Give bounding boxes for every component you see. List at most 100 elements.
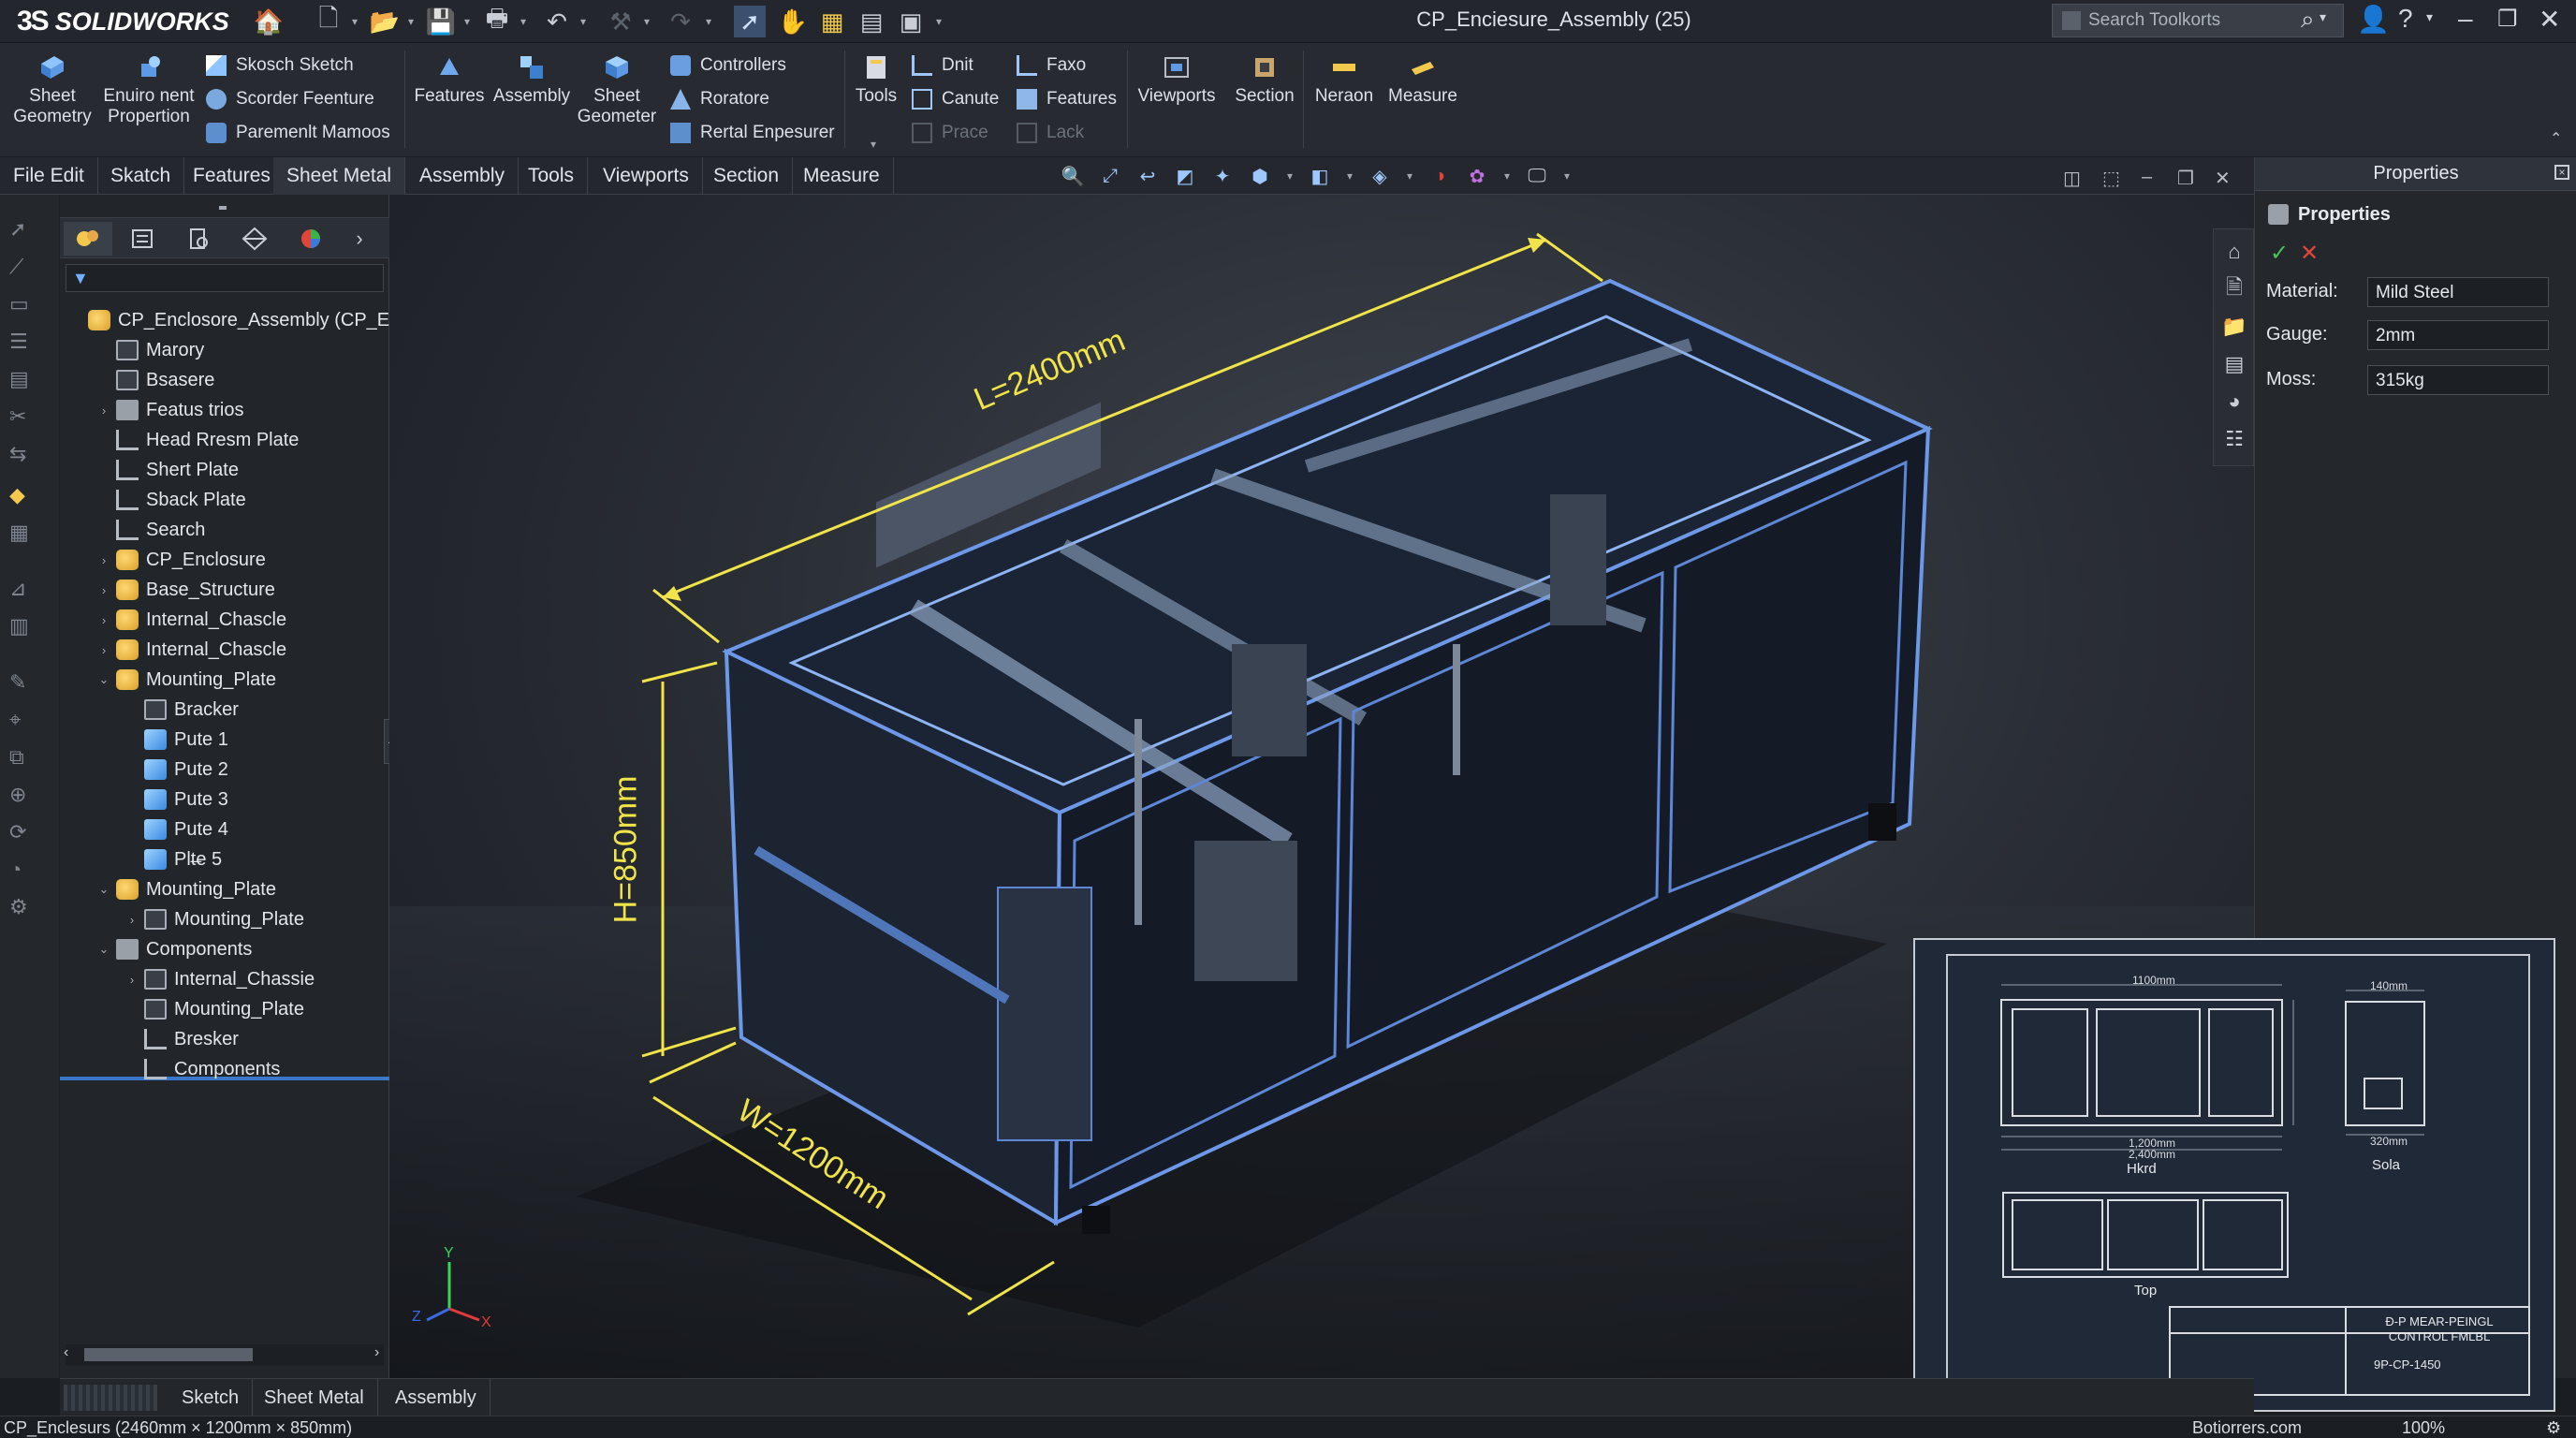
display-icon[interactable]: ▣ (895, 6, 927, 37)
expand-arrow-icon[interactable]: ⌄ (95, 672, 112, 687)
section-view-icon[interactable]: ◩ (1172, 163, 1198, 189)
chevron-down-icon[interactable]: ▾ (702, 6, 715, 37)
edit-tool-icon[interactable]: ✎ (9, 670, 37, 698)
chart-tool-icon[interactable]: ▥ (9, 614, 37, 642)
chevron-down-icon[interactable]: ▾ (1404, 163, 1415, 189)
tree-item[interactable]: › Internal_Chassie (124, 964, 315, 994)
tree-item[interactable]: › Base_Structure (95, 575, 275, 605)
chevron-down-icon[interactable]: ▾ (348, 6, 361, 37)
chevron-down-icon[interactable]: ▾ (932, 6, 945, 37)
status-link[interactable]: Botiorrers.com (2192, 1418, 2302, 1438)
home-icon[interactable]: ⌂ (2221, 239, 2247, 265)
zoom-to-fit-icon[interactable]: 🔍 (1060, 163, 1086, 189)
dimension-height-label[interactable]: H=850mm (607, 776, 644, 924)
tab-sketch[interactable]: Skatch (97, 157, 185, 195)
smart-dimension-icon[interactable]: ◆ (9, 483, 37, 511)
tree-item[interactable]: Bsasere (95, 365, 214, 395)
appearance-icon[interactable]: ◑ (1427, 163, 1453, 189)
tree-item[interactable]: Head Rresm Plate (95, 425, 299, 455)
chevron-down-icon[interactable]: ▾ (1284, 163, 1295, 189)
grid-tool-icon[interactable]: ▦ (9, 521, 37, 549)
grid-icon[interactable]: ▤ (856, 6, 887, 37)
display-manager-tab-icon[interactable] (286, 222, 335, 256)
pattern-tool-icon[interactable]: ⊕ (9, 783, 37, 811)
tree-item[interactable]: › Mounting_Plate (124, 904, 304, 934)
mirror-tool-icon[interactable]: ⧉ (9, 745, 37, 773)
appearances-icon[interactable]: ◕ (2221, 389, 2247, 415)
save-icon[interactable]: 💾 (425, 6, 457, 37)
tree-item[interactable]: Marory (95, 335, 204, 365)
expand-arrow-icon[interactable]: ⌄ (95, 942, 112, 957)
measure-button[interactable]: Measure (1383, 51, 1462, 107)
tree-item[interactable]: Pute 2 (124, 755, 228, 785)
print-icon[interactable]: 🖶 (481, 4, 513, 37)
user-icon[interactable]: 👤 (2357, 4, 2390, 35)
tree-item[interactable]: ⌄ Mounting_Plate (95, 665, 276, 695)
chevron-right-icon[interactable]: › (341, 222, 378, 256)
tab-file-edit[interactable]: File Edit (0, 157, 98, 195)
status-settings-icon[interactable]: ⚙ (2546, 1418, 2561, 1438)
features-small-button[interactable]: Features (1017, 84, 1117, 114)
open-folder-icon[interactable]: 📂 (369, 6, 401, 37)
chevron-down-icon[interactable]: ▾ (1344, 163, 1355, 189)
material-field[interactable]: Mild Steel (2367, 277, 2549, 307)
expand-arrow-icon[interactable]: › (95, 404, 112, 418)
tree-item[interactable]: Shert Plate (95, 455, 239, 485)
view-settings-icon[interactable]: 🖵 (1524, 163, 1550, 189)
scrollbar-thumb[interactable] (84, 1348, 253, 1361)
controllers-button[interactable]: Controllers (670, 51, 786, 81)
restore-icon[interactable]: ❐ (2497, 6, 2518, 33)
lack-button[interactable]: Lack (1017, 118, 1084, 148)
chevron-down-icon[interactable]: ▾ (2320, 9, 2326, 25)
gauge-field[interactable]: 2mm (2367, 320, 2549, 350)
settings-tool-icon[interactable]: ⚙ (9, 895, 37, 923)
assembly-button[interactable]: Assembly (490, 51, 573, 107)
chevron-down-icon[interactable]: ▾ (2426, 9, 2433, 25)
tab-scroll-handle[interactable] (64, 1385, 157, 1411)
tree-item[interactable]: Pute 4 (124, 814, 228, 844)
dynamic-annotation-icon[interactable]: ✦ (1209, 163, 1236, 189)
close-icon[interactable]: ✕ (2539, 4, 2560, 35)
undo-icon[interactable]: ↶ (541, 6, 573, 37)
tab-features[interactable]: Features (180, 157, 285, 195)
previous-view-icon[interactable]: ↩ (1134, 163, 1161, 189)
neraon-button[interactable]: Neraon (1307, 51, 1382, 107)
folder-icon[interactable]: 📁 (2221, 314, 2247, 340)
drawing-sheet-preview[interactable]: 1100mm 1,200mm 2,400mm Hkrd 140mm 320mm … (1913, 938, 2555, 1412)
tree-item[interactable]: Components (124, 1054, 280, 1084)
select-tool-icon[interactable]: ➚ (9, 217, 37, 245)
tab-measure[interactable]: Measure (790, 157, 894, 195)
viewport-minimize-icon[interactable]: – (2142, 167, 2152, 188)
display-style-icon[interactable]: ◧ (1307, 163, 1333, 189)
expand-arrow-icon[interactable]: › (95, 613, 112, 627)
tree-item[interactable]: Mounting_Plate (124, 994, 304, 1024)
tree-item[interactable]: Sback Plate (95, 485, 246, 515)
tree-item[interactable]: › Internal_Chascle (95, 605, 286, 635)
tab-assembly-bottom[interactable]: Assembly (382, 1379, 490, 1416)
zoom-area-icon[interactable]: ⤢ (1097, 163, 1123, 189)
expand-arrow-icon[interactable]: › (124, 973, 140, 987)
tools-button[interactable]: Tools (848, 51, 904, 107)
tab-assembly[interactable]: Assembly (406, 157, 520, 195)
redo-icon[interactable]: ↷ (665, 6, 696, 37)
ok-check-icon[interactable]: ✓ (2270, 240, 2289, 267)
rebuild-icon[interactable]: ⚒ (605, 6, 637, 37)
sheet-geometer-button[interactable]: Sheet Geometer (575, 51, 659, 127)
tree-item[interactable]: ⌄ Components (95, 934, 252, 964)
faxo-button[interactable]: Faxo (1017, 51, 1086, 81)
scroll-left-icon[interactable]: ‹ (64, 1344, 68, 1361)
chevron-down-icon[interactable]: ▾ (1501, 163, 1513, 189)
tree-filter-input[interactable]: ▼ (66, 264, 384, 292)
relation-tool-icon[interactable]: ⊿ (9, 577, 37, 605)
cancel-x-icon[interactable]: ✕ (2300, 240, 2319, 267)
section-button[interactable]: Section (1222, 51, 1307, 107)
tree-item[interactable]: ⌄ Mounting_Plate (95, 874, 276, 904)
dnit-button[interactable]: Dnit (912, 51, 973, 81)
tab-sheet-metal-bottom[interactable]: Sheet Metal (251, 1379, 378, 1416)
prace-button[interactable]: Prace (912, 118, 988, 148)
fillet-tool-icon[interactable]: ◔ (9, 858, 37, 886)
scene-icon[interactable]: ✿ (1464, 163, 1490, 189)
convert-tool-icon[interactable]: ⟳ (9, 820, 37, 848)
viewport-close-icon[interactable]: ✕ (2215, 167, 2231, 190)
expand-arrow-icon[interactable]: ⌄ (95, 882, 112, 897)
